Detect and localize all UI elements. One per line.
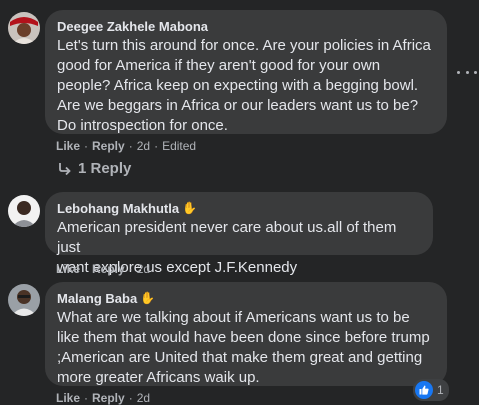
comment-line: like them that would have been done sinc…	[57, 329, 430, 346]
like-reaction-icon	[415, 381, 433, 399]
reaction-count: 1	[437, 383, 444, 397]
comment-line: ;American are United that make them grea…	[57, 349, 423, 366]
separator: ·	[154, 139, 159, 153]
comment-actions: Like · Reply · 2d	[56, 262, 150, 276]
separator: ·	[84, 139, 89, 153]
edited-label[interactable]: Edited	[162, 139, 196, 153]
comment-bubble: Malang Baba ✋ What are we talking about …	[45, 282, 447, 386]
separator: ·	[84, 391, 89, 405]
separator: ·	[84, 262, 89, 276]
reply-link[interactable]: Reply	[92, 391, 125, 405]
comment-line: Are we beggars in Africa or our leaders …	[57, 97, 419, 114]
comment-line: What are we talking about if Americans w…	[57, 309, 410, 326]
comment-line: Let's turn this around for once. Are you…	[57, 37, 431, 54]
comment-actions: Like · Reply · 2d · Edited	[56, 139, 196, 153]
separator: ·	[128, 139, 133, 153]
timestamp[interactable]: 2d	[137, 139, 150, 153]
author-name[interactable]: Lebohang Makhutla ✋	[57, 200, 421, 217]
like-link[interactable]: Like	[56, 262, 80, 276]
avatar[interactable]	[8, 12, 40, 44]
waving-hand-icon: ✋	[182, 201, 198, 215]
like-link[interactable]: Like	[56, 391, 80, 405]
like-link[interactable]: Like	[56, 139, 80, 153]
reply-link[interactable]: Reply	[92, 262, 125, 276]
avatar[interactable]	[8, 284, 40, 316]
more-options-icon[interactable]	[457, 64, 477, 80]
waving-hand-icon: ✋	[140, 291, 156, 305]
avatar[interactable]	[8, 195, 40, 227]
separator: ·	[128, 262, 133, 276]
reply-arrow-icon	[59, 162, 71, 175]
comment-line: people? Africa keep on expecting with a …	[57, 77, 419, 94]
separator: ·	[128, 391, 133, 405]
comment-line: good for America if they aren't good for…	[57, 57, 381, 74]
timestamp[interactable]: 2d	[137, 391, 150, 405]
comment-text: Let's turn this around for once. Are you…	[57, 36, 435, 136]
replies-label: 1 Reply	[78, 160, 132, 177]
timestamp[interactable]: 2d	[137, 262, 150, 276]
comment-line: Do introspection for once.	[57, 117, 228, 134]
author-name[interactable]: Deegee Zakhele Mabona	[57, 18, 435, 35]
comment-bubble: Deegee Zakhele Mabona Let's turn this ar…	[45, 10, 447, 134]
comment-bubble: Lebohang Makhutla ✋ American president n…	[45, 192, 433, 276]
comment-line: more greater Africans waik up.	[57, 369, 260, 386]
comment-line: American president never care about us.a…	[57, 219, 397, 256]
reaction-summary[interactable]: 1	[413, 379, 449, 401]
reply-link[interactable]: Reply	[92, 139, 125, 153]
comment-text: What are we talking about if Americans w…	[57, 308, 435, 388]
author-name[interactable]: Malang Baba ✋	[57, 290, 435, 307]
view-replies-button[interactable]: 1 Reply	[58, 160, 131, 177]
comment-actions: Like · Reply · 2d	[56, 391, 150, 405]
